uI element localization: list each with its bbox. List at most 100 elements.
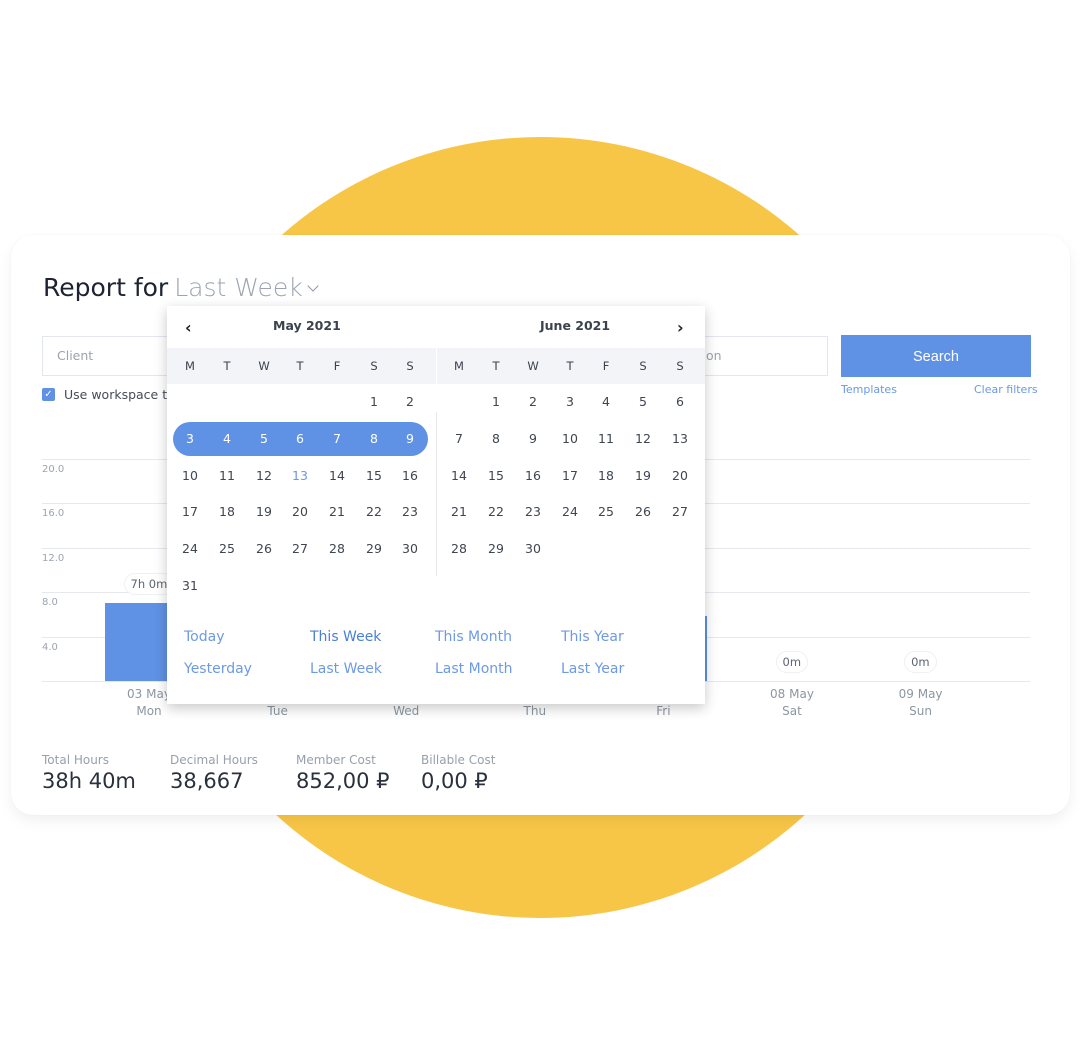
month-separator-header xyxy=(436,348,437,384)
calendar-day[interactable]: 4 xyxy=(591,394,621,409)
chevron-left-icon: ‹ xyxy=(185,318,192,337)
calendar-day[interactable]: 27 xyxy=(285,541,315,556)
decimal-hours-label: Decimal Hours xyxy=(170,753,258,767)
chevron-down-icon[interactable] xyxy=(307,280,319,292)
calendar-day[interactable]: 22 xyxy=(481,504,511,519)
calendar-day[interactable]: 24 xyxy=(555,504,585,519)
calendar-day[interactable]: 17 xyxy=(555,468,585,483)
filter-input[interactable]: on xyxy=(701,336,828,376)
calendar-day[interactable]: 27 xyxy=(665,504,695,519)
total-hours-label: Total Hours xyxy=(42,753,109,767)
calendar-day[interactable]: 13 xyxy=(665,431,695,446)
calendar-day[interactable]: 25 xyxy=(212,541,242,556)
next-month-button[interactable]: › xyxy=(677,318,684,337)
member-cost-label: Member Cost xyxy=(296,753,376,767)
weekday-header: W xyxy=(527,359,539,373)
calendar-day[interactable]: 5 xyxy=(628,394,658,409)
calendar-day[interactable]: 25 xyxy=(591,504,621,519)
calendar-day[interactable]: 29 xyxy=(481,541,511,556)
date-range-picker: ‹ May 2021 June 2021 › MTWTFSSMTWTFSS123… xyxy=(167,306,705,704)
calendar-day[interactable]: 16 xyxy=(395,468,425,483)
calendar-day[interactable]: 28 xyxy=(444,541,474,556)
x-label-day: Sun xyxy=(909,704,932,718)
calendar-day[interactable]: 11 xyxy=(591,431,621,446)
preset-last-month[interactable]: Last Month xyxy=(435,661,513,677)
preset-last-week[interactable]: Last Week xyxy=(310,661,382,677)
preset-this-year[interactable]: This Year xyxy=(561,629,624,645)
calendar-day[interactable]: 23 xyxy=(395,504,425,519)
calendar-day[interactable]: 10 xyxy=(175,468,205,483)
calendar-day[interactable]: 19 xyxy=(628,468,658,483)
calendar-day[interactable]: 6 xyxy=(285,431,315,446)
preset-last-year[interactable]: Last Year xyxy=(561,661,624,677)
calendar-day[interactable]: 15 xyxy=(359,468,389,483)
calendar-day[interactable]: 16 xyxy=(518,468,548,483)
calendar-day[interactable]: 5 xyxy=(249,431,279,446)
calendar-day[interactable]: 23 xyxy=(518,504,548,519)
calendar-day[interactable]: 30 xyxy=(395,541,425,556)
billable-cost-label: Billable Cost xyxy=(421,753,496,767)
weekday-header: T xyxy=(566,359,574,373)
weekday-header: S xyxy=(676,359,684,373)
total-hours-value: 38h 40m xyxy=(42,769,136,793)
calendar-day[interactable]: 3 xyxy=(555,394,585,409)
calendar-day[interactable]: 31 xyxy=(175,578,205,593)
calendar-day[interactable]: 2 xyxy=(395,394,425,409)
calendar-day[interactable]: 4 xyxy=(212,431,242,446)
calendar-day[interactable]: 8 xyxy=(359,431,389,446)
calendar-day[interactable]: 19 xyxy=(249,504,279,519)
weekday-header: S xyxy=(370,359,378,373)
weekday-header: F xyxy=(602,359,610,373)
date-range-dropdown[interactable]: Last Week xyxy=(174,273,303,302)
x-label-day: Tue xyxy=(267,704,288,718)
x-label-date: 08 May xyxy=(770,687,814,701)
calendar-day[interactable]: 9 xyxy=(518,431,548,446)
calendar-day[interactable]: 20 xyxy=(285,504,315,519)
calendar-day[interactable]: 17 xyxy=(175,504,205,519)
weekday-header: T xyxy=(492,359,500,373)
calendar-day[interactable]: 12 xyxy=(628,431,658,446)
calendar-day[interactable]: 14 xyxy=(322,468,352,483)
month-title-may: May 2021 xyxy=(273,318,341,333)
calendar-day[interactable]: 13 xyxy=(285,468,315,483)
templates-link[interactable]: Templates xyxy=(841,383,897,396)
chevron-right-icon: › xyxy=(677,318,684,337)
calendar-day[interactable]: 10 xyxy=(555,431,585,446)
calendar-day[interactable]: 26 xyxy=(628,504,658,519)
calendar-day[interactable]: 15 xyxy=(481,468,511,483)
calendar-day[interactable]: 26 xyxy=(249,541,279,556)
calendar-day[interactable]: 11 xyxy=(212,468,242,483)
calendar-day[interactable]: 18 xyxy=(212,504,242,519)
calendar-day[interactable]: 2 xyxy=(518,394,548,409)
calendar-day[interactable]: 21 xyxy=(444,504,474,519)
calendar-day[interactable]: 6 xyxy=(665,394,695,409)
calendar-day[interactable]: 1 xyxy=(481,394,511,409)
calendar-day[interactable]: 22 xyxy=(359,504,389,519)
calendar-day[interactable]: 29 xyxy=(359,541,389,556)
search-button[interactable]: Search xyxy=(841,335,1031,377)
calendar-day[interactable]: 3 xyxy=(175,431,205,446)
calendar-day[interactable]: 14 xyxy=(444,468,474,483)
calendar-day[interactable]: 12 xyxy=(249,468,279,483)
calendar-day[interactable]: 1 xyxy=(359,394,389,409)
preset-this-month[interactable]: This Month xyxy=(435,629,512,645)
calendar-day[interactable]: 18 xyxy=(591,468,621,483)
weekday-header: M xyxy=(454,359,464,373)
preset-this-week[interactable]: This Week xyxy=(310,629,381,645)
calendar-day[interactable]: 7 xyxy=(322,431,352,446)
preset-yesterday[interactable]: Yesterday xyxy=(184,661,252,677)
calendar-day[interactable]: 8 xyxy=(481,431,511,446)
calendar-day[interactable]: 9 xyxy=(395,431,425,446)
preset-today[interactable]: Today xyxy=(184,629,225,645)
workspace-timezone-checkbox[interactable]: ✓ xyxy=(42,388,55,401)
calendar-day[interactable]: 7 xyxy=(444,431,474,446)
calendar-day[interactable]: 30 xyxy=(518,541,548,556)
prev-month-button[interactable]: ‹ xyxy=(185,318,192,337)
calendar-day[interactable]: 21 xyxy=(322,504,352,519)
weekday-header: F xyxy=(333,359,341,373)
calendar-day[interactable]: 28 xyxy=(322,541,352,556)
clear-filters-link[interactable]: Clear filters xyxy=(974,383,1038,396)
calendar-day[interactable]: 24 xyxy=(175,541,205,556)
calendar-day[interactable]: 20 xyxy=(665,468,695,483)
x-label-day: Sat xyxy=(782,704,802,718)
